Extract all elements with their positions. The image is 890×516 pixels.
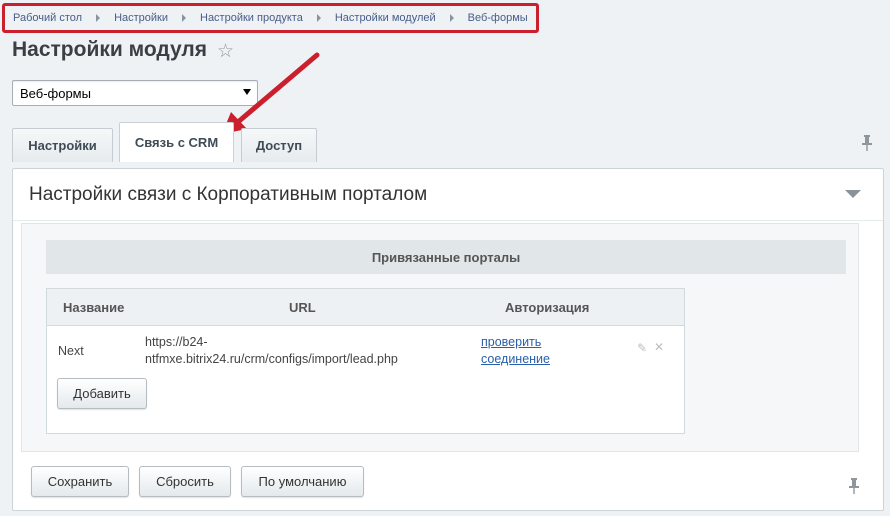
row-url: https://b24- ntfmxe.bitrix24.ru/crm/conf… [145,334,435,368]
panel-header: Настройки связи с Корпоративным порталом [29,184,428,205]
reset-button[interactable]: Сбросить [139,466,231,497]
row-name: Next [58,344,84,358]
star-icon[interactable]: ☆ [217,42,234,61]
collapse-icon[interactable] [845,190,861,198]
portals-table: Название URL Авторизация Next https://b2… [46,288,685,434]
breadcrumb-item-settings[interactable]: Настройки [114,12,168,24]
column-header-auth: Авторизация [505,300,590,315]
row-url-line1: https://b24- [145,335,208,349]
check-connection-link[interactable]: проверить соединение [481,334,550,368]
chevron-right-icon [182,14,186,22]
table-header: Название URL Авторизация [47,289,684,326]
breadcrumb: Рабочий стол Настройки Настройки продукт… [2,3,539,33]
breadcrumb-item-module-settings[interactable]: Настройки модулей [335,12,436,24]
pin-icon[interactable] [862,135,872,151]
module-select-value: Веб-формы [20,85,91,101]
settings-panel: Настройки связи с Корпоративным порталом… [12,168,884,511]
check-connection-line2[interactable]: соединение [481,351,550,368]
breadcrumb-item-webforms[interactable]: Веб-формы [468,12,528,24]
add-button[interactable]: Добавить [57,378,147,409]
divider [13,220,883,221]
check-connection-line1[interactable]: проверить [481,334,550,351]
default-button[interactable]: По умолчанию [241,466,364,497]
column-header-url: URL [289,300,316,315]
row-url-line2: ntfmxe.bitrix24.ru/crm/configs/import/le… [145,352,398,366]
pin-icon[interactable] [849,478,859,494]
tab-settings[interactable]: Настройки [12,128,113,162]
tab-access[interactable]: Доступ [241,128,317,162]
edit-icon[interactable]: ✎ [637,341,647,355]
chevron-right-icon [316,14,321,22]
page-title: Настройки модуля [12,38,208,61]
breadcrumb-item-product-settings[interactable]: Настройки продукта [200,12,303,24]
portals-section: Привязанные порталы Название URL Авториз… [21,223,859,452]
portals-header: Привязанные порталы [46,240,846,274]
title-row: Настройки модуля ☆ [12,38,234,62]
tab-crm-link[interactable]: Связь с CRM [119,122,234,162]
chevron-right-icon [449,14,454,22]
module-select[interactable]: Веб-формы [12,80,258,106]
caret-down-icon [243,89,251,95]
close-icon[interactable]: ✕ [654,340,664,354]
breadcrumb-item-desktop[interactable]: Рабочий стол [13,12,82,24]
chevron-right-icon [96,14,101,22]
save-button[interactable]: Сохранить [31,466,129,497]
column-header-name: Название [63,300,125,315]
